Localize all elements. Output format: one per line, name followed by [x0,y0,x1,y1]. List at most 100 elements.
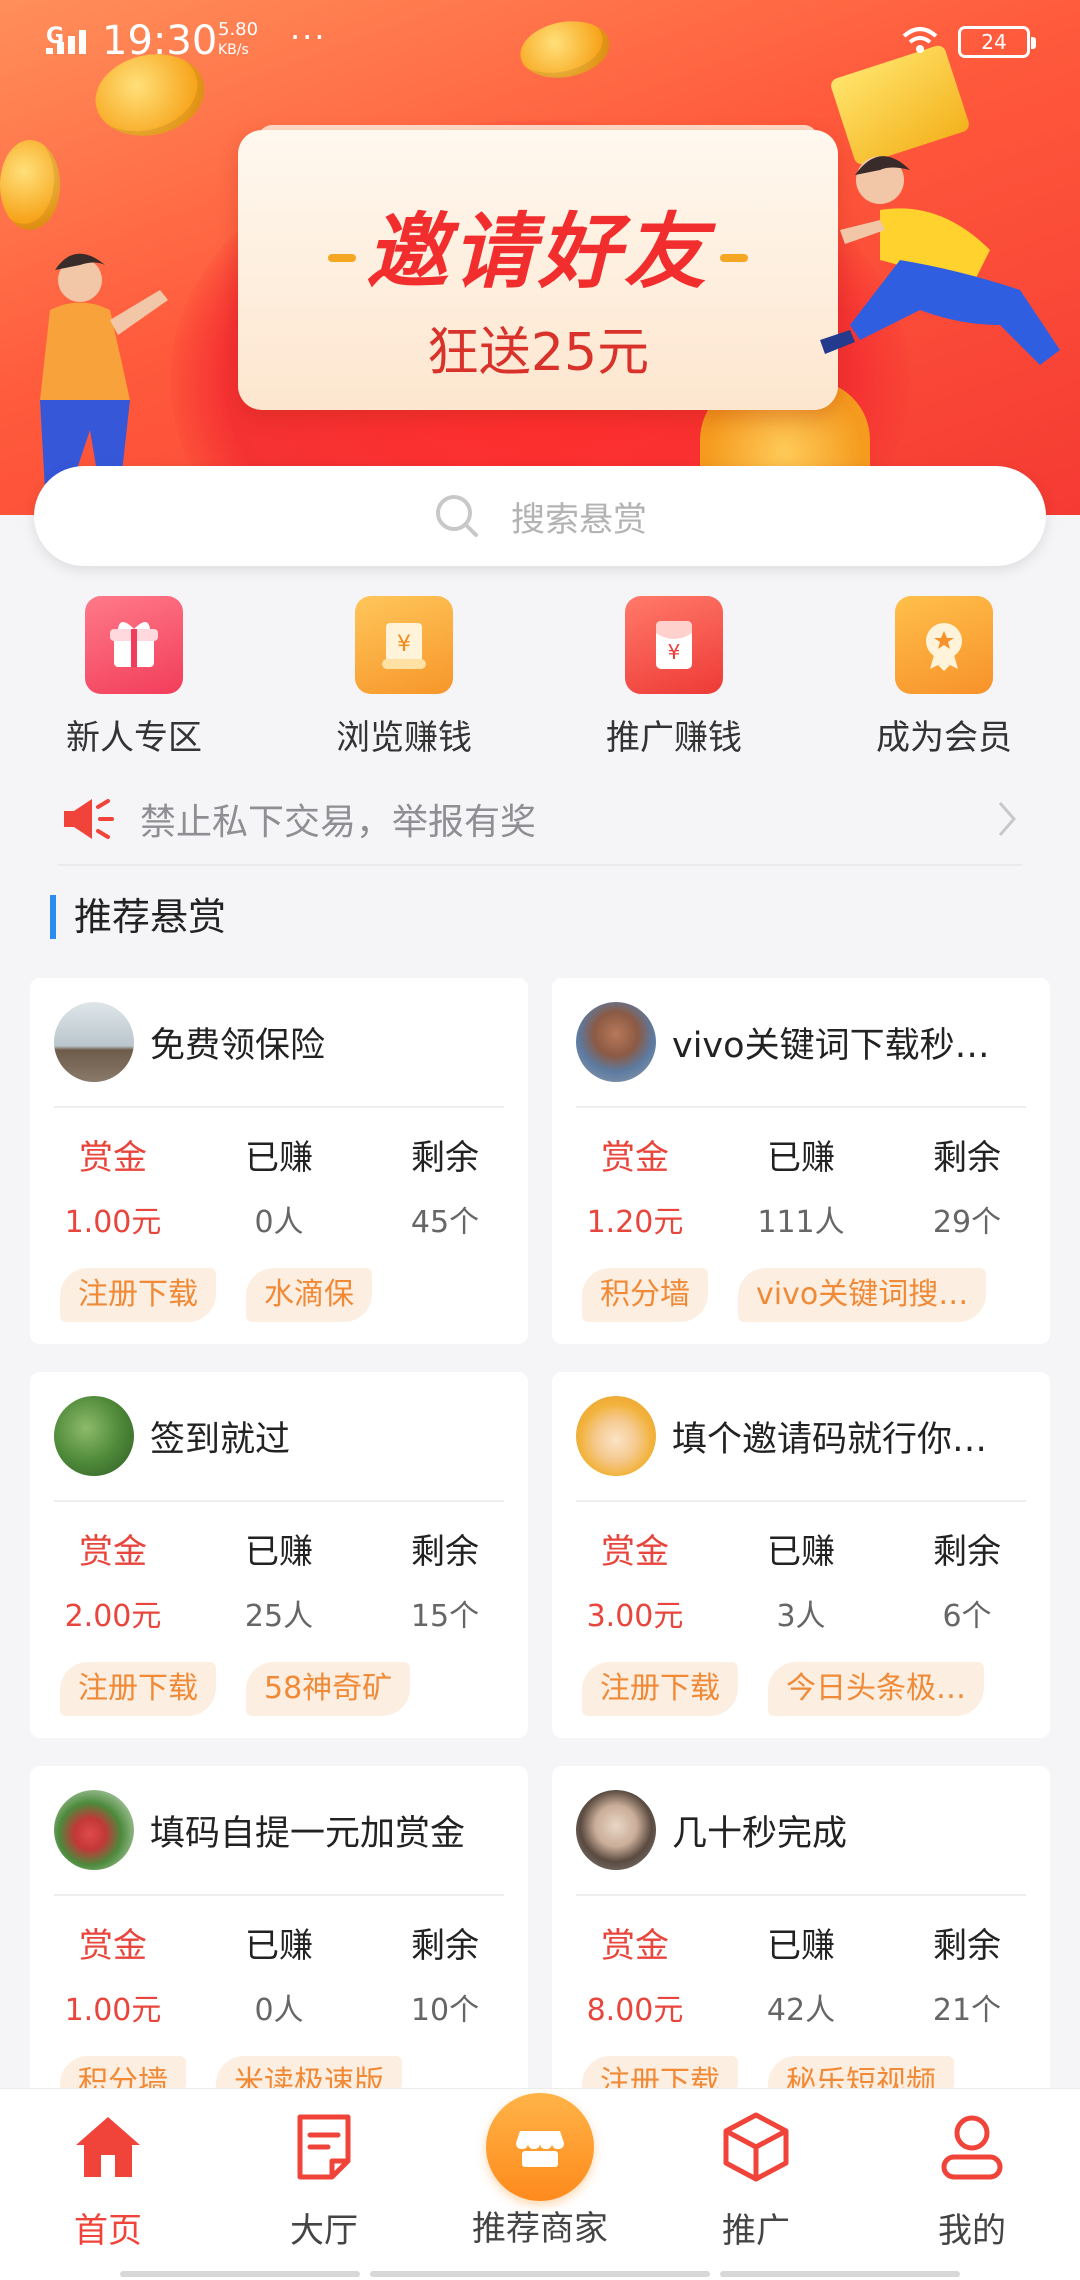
banner-title-text: 邀请好友 [366,205,710,300]
svg-text:¥: ¥ [668,640,681,664]
red-envelope-yen-icon: ¥ [625,596,723,694]
task-title: 填个邀请码就行你… [672,1419,988,1460]
task-tag: 注册下载 [60,1268,216,1322]
notice-bar[interactable]: 禁止私下交易，举报有奖 [58,774,1022,866]
remain-value: 21个 [932,1993,1002,2028]
task-stats: 赏金 8.00元 已赚 42人 剩余 21个 [552,1918,1050,2029]
remain-stat: 剩余 15个 [362,1524,528,1635]
task-title: 填码自提一元加赏金 [150,1813,466,1854]
remain-value: 29个 [932,1205,1002,1240]
remain-value: 15个 [410,1599,480,1634]
task-stats: 赏金 1.20元 已赚 111人 剩余 29个 [552,1130,1050,1241]
task-card[interactable]: 签到就过 赏金 2.00元 已赚 25人 剩余 15个 注册下载 58神奇矿 [30,1372,528,1738]
remain-stat: 剩余 6个 [884,1524,1050,1635]
reward-stat: 赏金 3.00元 [552,1524,718,1635]
divider [576,1894,1026,1896]
reward-value: 1.20元 [586,1205,684,1240]
nav-home[interactable]: 首页 [8,2107,208,2252]
earned-value: 0人 [254,1993,304,2028]
cube-icon [723,2112,789,2182]
nav-promote[interactable]: 推广 [656,2107,856,2252]
reward-value: 2.00元 [64,1599,162,1634]
notice-text: 禁止私下交易，举报有奖 [140,802,537,843]
nav-label: 首页 [74,2211,142,2251]
bottom-nav: 首页 大厅 推荐商家 推广 我的 [0,2088,1080,2280]
task-card[interactable]: 填码自提一元加赏金 赏金 1.00元 已赚 0人 剩余 10个 积分墙 米读极速版 [30,1766,528,2132]
earned-value: 0人 [254,1205,304,1240]
task-tag: vivo关键词搜… [738,1268,987,1322]
task-stats: 赏金 1.00元 已赚 0人 剩余 10个 [30,1918,528,2029]
avatar [576,1396,656,1476]
remain-label: 剩余 [933,1926,1001,1966]
remain-value: 10个 [410,1993,480,2028]
badge-star-icon [895,596,993,694]
remain-value: 6个 [942,1599,992,1634]
quick-entry-browse-earn[interactable]: ¥ 浏览赚钱 [304,596,504,759]
quick-entry-newcomer[interactable]: 新人专区 [34,596,234,759]
nav-mine[interactable]: 我的 [872,2107,1072,2252]
earned-label: 已赚 [245,1138,313,1178]
quick-entry-membership[interactable]: 成为会员 [844,596,1044,759]
quick-entry-promote-earn[interactable]: ¥ 推广赚钱 [574,596,774,759]
earned-stat: 已赚 111人 [718,1130,884,1241]
task-card[interactable]: 免费领保险 赏金 1.00元 已赚 0人 剩余 45个 注册下载 水滴保 [30,978,528,1344]
task-card[interactable]: 填个邀请码就行你… 赏金 3.00元 已赚 3人 剩余 6个 注册下载 今日头条极… [552,1372,1050,1738]
reward-label: 赏金 [79,1138,147,1178]
task-tag: 注册下载 [582,1662,738,1716]
avatar [54,1002,134,1082]
nav-hall[interactable]: 大厅 [224,2107,424,2252]
remain-label: 剩余 [933,1138,1001,1178]
gesture-bar [120,2271,360,2277]
banner-title: 邀请好友 [238,185,838,304]
remain-value: 45个 [410,1205,480,1240]
user-icon [941,2115,1003,2180]
remain-stat: 剩余 45个 [362,1130,528,1241]
task-tag: 今日头条极… [768,1662,984,1716]
earned-value: 42人 [766,1993,836,2028]
reward-stat: 赏金 1.20元 [552,1130,718,1241]
remain-label: 剩余 [411,1532,479,1572]
reward-label: 赏金 [601,1926,669,1966]
divider [54,1500,504,1502]
avatar [576,1790,656,1870]
task-card[interactable]: vivo关键词下载秒… 赏金 1.20元 已赚 111人 剩余 29个 积分墙 viv… [552,978,1050,1344]
net-speed-unit: KB/s [218,42,249,58]
title-dash-left [328,253,356,262]
reward-label: 赏金 [601,1138,669,1178]
remain-label: 剩余 [933,1532,1001,1572]
avatar [54,1790,134,1870]
earned-label: 已赚 [767,1532,835,1572]
task-card[interactable]: 几十秒完成 赏金 8.00元 已赚 42人 剩余 21个 注册下载 秘乐短视频 [552,1766,1050,2132]
task-title: 签到就过 [150,1419,291,1460]
task-card-header: 免费领保险 [54,1000,504,1084]
signal-icon [46,30,90,54]
coin-decoration [0,140,60,230]
earned-label: 已赚 [767,1926,835,1966]
person-illustration-left [40,253,168,490]
earned-value: 111人 [757,1205,845,1240]
nav-recommended-merchants[interactable]: 推荐商家 [440,2093,640,2250]
task-tags: 注册下载 今日头条极… [582,1662,1030,1716]
nav-label: 我的 [938,2211,1006,2251]
reward-value: 3.00元 [586,1599,684,1634]
task-tag: 水滴保 [246,1268,372,1322]
clock: 19:30 [102,18,218,64]
task-title: vivo关键词下载秒… [672,1025,990,1066]
remain-stat: 剩余 21个 [884,1918,1050,2029]
divider [54,1106,504,1108]
section-title: 推荐悬赏 [50,895,226,939]
remain-stat: 剩余 10个 [362,1918,528,2029]
remain-stat: 剩余 29个 [884,1130,1050,1241]
reward-stat: 赏金 2.00元 [30,1524,196,1635]
svg-text:¥: ¥ [397,632,411,657]
task-card-header: vivo关键词下载秒… [576,1000,1026,1084]
earned-stat: 已赚 0人 [196,1130,362,1241]
task-title: 免费领保险 [150,1025,326,1066]
wifi-icon [902,27,938,53]
quick-entry-label: 成为会员 [876,718,1012,758]
search-bar[interactable]: 搜索悬赏 [34,466,1046,566]
earned-stat: 已赚 42人 [718,1918,884,2029]
reward-stat: 赏金 1.00元 [30,1130,196,1241]
task-tag: 58神奇矿 [246,1662,411,1716]
nav-label: 推荐商家 [472,2209,608,2249]
